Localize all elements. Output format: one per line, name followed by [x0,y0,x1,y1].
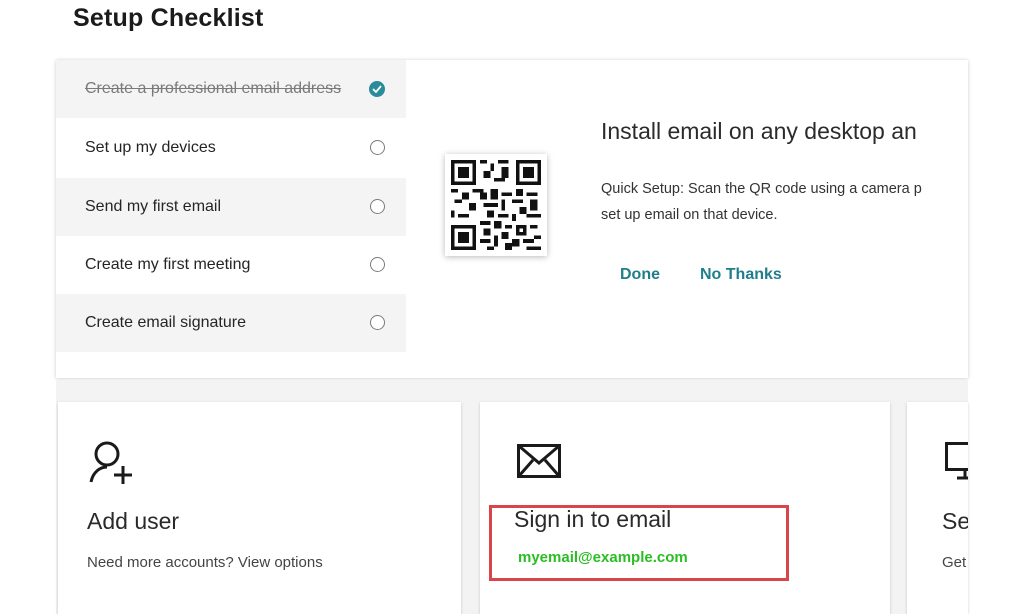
checklist-item-create-email[interactable]: Create a professional email address [56,60,406,118]
detail-heading: Install email on any desktop an [601,118,917,144]
add-user-icon [88,440,136,489]
sign-in-to-email-card[interactable]: Sign in to email [480,402,890,614]
detail-description: Quick Setup: Scan the QR code using a ca… [601,176,968,228]
page-title: Setup Checklist [73,4,264,32]
detail-description-line-1: Quick Setup: Scan the QR code using a ca… [601,181,922,197]
view-options-link[interactable]: View options [238,554,323,571]
card-text: Need more accounts? View options [87,554,323,571]
qr-code-image [445,154,547,256]
no-thanks-button[interactable]: No Thanks [700,266,782,284]
checklist-item-label: Create my first meeting [85,256,251,273]
checklist-item-set-up-devices[interactable]: Set up my devices [56,119,406,177]
card-description: Get [942,554,967,571]
done-button[interactable]: Done [620,266,660,284]
checklist-item-label: Create email signature [85,314,246,331]
radio-empty-icon [370,315,385,330]
card-description: Need more accounts? [87,554,234,571]
check-circle-icon [369,81,385,97]
checklist-item-label: Set up my devices [85,139,216,156]
setup-devices-card[interactable]: Se Get [907,402,968,614]
setup-checklist-panel: Create a professional email address Set … [56,60,968,378]
checklist-item-label: Create a professional email address [85,80,342,97]
card-title: Sign in to email [514,506,672,532]
card-title: Add user [87,508,180,534]
checklist-item-create-email-signature[interactable]: Create email signature [56,294,406,352]
checklist: Create a professional email address Set … [56,60,406,352]
radio-empty-icon [370,140,385,155]
add-user-card[interactable]: Add user Need more accounts? View option… [58,402,461,614]
radio-empty-icon [370,199,385,214]
annotation-email: myemail@example.com [518,549,688,566]
checklist-item-label: Send my first email [85,198,222,215]
radio-empty-icon [370,257,385,272]
detail-description-line-2: set up email on that device. [601,207,778,223]
card-title: Se [942,508,968,534]
envelope-icon [517,444,561,483]
monitor-icon [945,442,968,485]
checklist-item-create-first-meeting[interactable]: Create my first meeting [56,236,406,294]
checklist-item-send-first-email[interactable]: Send my first email [56,178,406,236]
